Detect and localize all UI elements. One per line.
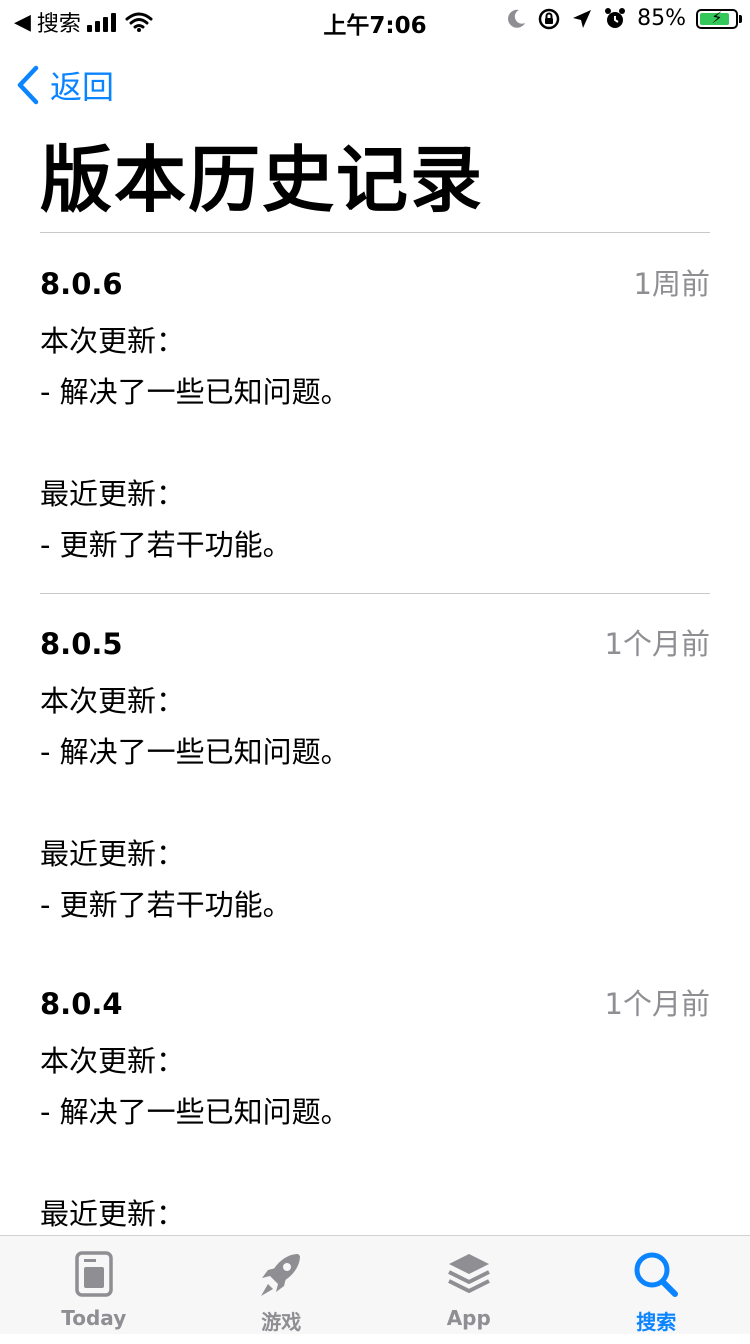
version-entry: 8.0.6 1周前 本次更新： - 解决了一些已知问题。 最近更新： - 更新了… bbox=[40, 264, 710, 624]
release-notes: 本次更新： - 解决了一些已知问题。 最近更新： bbox=[40, 1036, 350, 1240]
release-note-blank bbox=[40, 778, 350, 829]
rocket-icon bbox=[258, 1250, 304, 1300]
release-notes: 本次更新： - 解决了一些已知问题。 最近更新： - 更新了若干功能。 bbox=[40, 676, 350, 931]
tab-label: Today bbox=[0, 1306, 188, 1330]
release-note-line: 最近更新： bbox=[40, 469, 350, 520]
release-note-line: 本次更新： bbox=[40, 316, 350, 367]
status-bar: ◀ 搜索 上午7:06 bbox=[0, 0, 750, 40]
version-date: 1周前 bbox=[634, 264, 710, 304]
release-note-line: - 解决了一些已知问题。 bbox=[40, 1087, 350, 1138]
title-divider bbox=[40, 232, 710, 233]
release-note-line: 最近更新： bbox=[40, 1189, 350, 1240]
version-history-list[interactable]: 8.0.6 1周前 本次更新： - 解决了一些已知问题。 最近更新： - 更新了… bbox=[40, 264, 710, 1344]
release-note-line: 最近更新： bbox=[40, 829, 350, 880]
release-note-line: - 解决了一些已知问题。 bbox=[40, 727, 350, 778]
version-number: 8.0.5 bbox=[40, 624, 123, 664]
release-note-line: 本次更新： bbox=[40, 1036, 350, 1087]
today-icon bbox=[74, 1250, 114, 1298]
version-number: 8.0.6 bbox=[40, 264, 123, 304]
release-note-blank bbox=[40, 418, 350, 469]
moon-icon bbox=[505, 8, 527, 30]
location-arrow-icon bbox=[571, 8, 593, 30]
tab-apps[interactable]: App bbox=[375, 1236, 563, 1334]
tab-label: 游戏 bbox=[188, 1306, 376, 1335]
tab-bar: Today 游戏 App 搜索 bbox=[0, 1235, 750, 1334]
tab-search[interactable]: 搜索 bbox=[563, 1236, 750, 1334]
tab-today[interactable]: Today bbox=[0, 1236, 188, 1334]
battery-icon: ⚡ bbox=[696, 9, 738, 29]
version-entry: 8.0.5 1个月前 本次更新： - 解决了一些已知问题。 最近更新： - 更新… bbox=[40, 624, 710, 984]
page-title: 版本历史记录 bbox=[40, 140, 484, 220]
battery-percent: 85% bbox=[637, 6, 686, 31]
release-note-line: - 解决了一些已知问题。 bbox=[40, 367, 350, 418]
app-stack-icon bbox=[446, 1250, 492, 1298]
tab-label: 搜索 bbox=[563, 1306, 750, 1335]
status-right-icons: 85% ⚡ bbox=[505, 6, 738, 31]
back-button[interactable]: 返回 bbox=[16, 62, 114, 108]
release-note-line: 本次更新： bbox=[40, 676, 350, 727]
alarm-clock-icon bbox=[603, 7, 627, 31]
back-button-label: 返回 bbox=[50, 62, 114, 108]
tab-games[interactable]: 游戏 bbox=[188, 1236, 376, 1334]
chevron-left-icon bbox=[16, 65, 40, 105]
charging-bolt-icon: ⚡ bbox=[698, 8, 736, 27]
version-divider bbox=[40, 593, 710, 594]
release-note-line: - 更新了若干功能。 bbox=[40, 520, 350, 571]
version-number: 8.0.4 bbox=[40, 984, 123, 1024]
search-icon bbox=[633, 1250, 679, 1298]
release-note-line: - 更新了若干功能。 bbox=[40, 880, 350, 931]
tab-label: App bbox=[375, 1306, 563, 1330]
rotation-lock-icon bbox=[537, 7, 561, 31]
release-notes: 本次更新： - 解决了一些已知问题。 最近更新： - 更新了若干功能。 bbox=[40, 316, 350, 571]
version-date: 1个月前 bbox=[605, 624, 710, 664]
version-date: 1个月前 bbox=[605, 984, 710, 1024]
release-note-blank bbox=[40, 1138, 350, 1189]
